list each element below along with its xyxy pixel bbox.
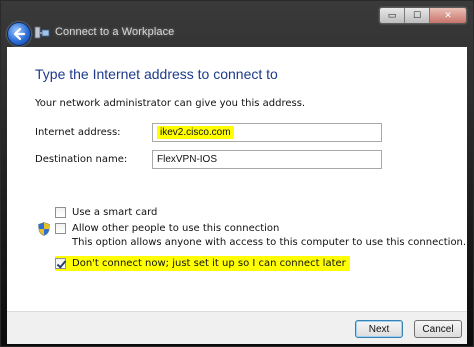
network-icon (34, 26, 50, 39)
allow-others-label: Allow other people to use this connectio… (72, 223, 280, 234)
allow-others-option[interactable]: Allow other people to use this connectio… (55, 223, 279, 234)
page-title: Type the Internet address to connect to (35, 66, 278, 82)
back-button[interactable] (7, 22, 31, 46)
wizard-footer: Next Cancel (7, 311, 467, 344)
next-button-label: Next (368, 323, 390, 335)
smart-card-label: Use a smart card (72, 207, 158, 218)
instruction-text: Your network administrator can give you … (35, 98, 306, 109)
allow-others-note: This option allows anyone with access to… (72, 237, 467, 248)
next-button[interactable]: Next (355, 320, 403, 338)
destination-name-input[interactable]: FlexVPN-IOS (152, 150, 382, 169)
caption-buttons: ▭ ☐ ✕ (379, 7, 467, 24)
dont-connect-option[interactable]: Don't connect now; just set it up so I c… (55, 256, 350, 271)
internet-address-input[interactable]: ikev2.cisco.com (152, 123, 382, 142)
maximize-icon: ☐ (412, 10, 422, 21)
close-button[interactable]: ✕ (430, 8, 466, 23)
dont-connect-checkbox[interactable] (55, 258, 66, 269)
title-bar: Connect to a Workplace ▭ ☐ ✕ (1, 1, 473, 47)
minimize-icon: ▭ (387, 10, 397, 21)
internet-address-label: Internet address: (35, 127, 121, 138)
internet-address-value: ikev2.cisco.com (157, 126, 234, 139)
destination-name-label: Destination name: (35, 154, 128, 165)
minimize-button[interactable]: ▭ (380, 8, 405, 23)
back-arrow-icon (13, 27, 26, 41)
maximize-button[interactable]: ☐ (405, 8, 430, 23)
wizard-content: Type the Internet address to connect to … (7, 47, 467, 311)
destination-name-value: FlexVPN-IOS (157, 154, 218, 165)
smart-card-option[interactable]: Use a smart card (55, 207, 157, 218)
cancel-button-label: Cancel (422, 323, 454, 335)
allow-others-checkbox[interactable] (55, 223, 66, 234)
close-icon: ✕ (444, 10, 452, 21)
cancel-button[interactable]: Cancel (414, 320, 462, 338)
dont-connect-highlight: Don't connect now; just set it up so I c… (55, 256, 350, 271)
smart-card-checkbox[interactable] (55, 207, 66, 218)
connect-to-workplace-window: Connect to a Workplace ▭ ☐ ✕ Type the In… (0, 0, 474, 347)
uac-shield-icon (38, 222, 50, 236)
window-title: Connect to a Workplace (55, 26, 175, 38)
dont-connect-label: Don't connect now; just set it up so I c… (72, 258, 346, 269)
